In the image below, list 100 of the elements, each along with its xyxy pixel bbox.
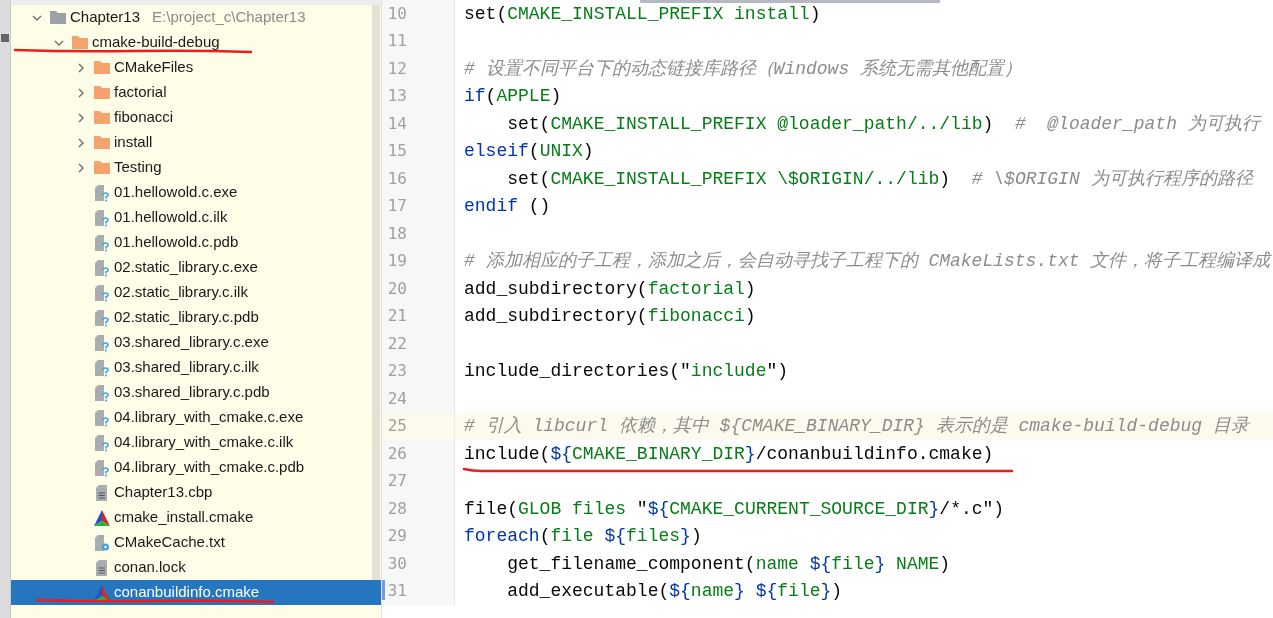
file-name: 04.library_with_cmake.c.ilk	[114, 432, 294, 453]
text-file-icon	[95, 558, 109, 577]
tree-item[interactable]: CMakeCache.txt	[11, 530, 381, 555]
file-name: 03.shared_library.c.exe	[114, 332, 269, 353]
code-line: endif ()	[464, 196, 551, 217]
code-line: # 设置不同平台下的动态链接库路径（Windows 系统无需其他配置）	[464, 58, 1023, 79]
tree-item[interactable]: conan.lock	[11, 555, 381, 580]
unknown-file-icon	[94, 183, 110, 202]
unknown-file-icon	[94, 333, 110, 352]
file-name: 01.hellowold.c.exe	[114, 182, 238, 203]
file-name: CMakeCache.txt	[114, 532, 225, 553]
line-number: 13	[387, 85, 407, 108]
tree-item[interactable]: 04.library_with_cmake.c.ilk	[11, 430, 381, 455]
tree-item[interactable]: 03.shared_library.c.pdb	[11, 380, 381, 405]
folder-icon	[49, 10, 67, 25]
line-number: 21	[387, 305, 407, 328]
tree-item[interactable]: 03.shared_library.c.ilk	[11, 355, 381, 380]
tree-item[interactable]: fibonacci	[11, 105, 381, 130]
line-number: 19	[387, 250, 407, 273]
text-file-icon	[95, 483, 109, 502]
line-number: 26	[387, 442, 407, 465]
tree-item[interactable]: 01.hellowold.c.pdb	[11, 230, 381, 255]
tree-item[interactable]: 01.hellowold.c.exe	[11, 180, 381, 205]
file-name: 02.static_library.c.exe	[114, 257, 258, 278]
line-number: 20	[387, 277, 407, 300]
tree-item[interactable]: conanbuildinfo.cmake	[11, 580, 381, 605]
file-name: fibonacci	[114, 107, 174, 128]
tree-item[interactable]: factorial	[11, 80, 381, 105]
tree-item[interactable]: 02.static_library.c.pdb	[11, 305, 381, 330]
folder-icon	[93, 135, 111, 150]
file-name: 02.static_library.c.ilk	[114, 282, 248, 303]
tree-item[interactable]: cmake_install.cmake	[11, 505, 381, 530]
code-line: set(CMAKE_INSTALL_PREFIX install)	[464, 3, 821, 24]
code-line: get_filename_component(name ${file} NAME)	[506, 553, 951, 574]
file-name: 01.hellowold.c.pdb	[114, 232, 239, 253]
folder-icon	[71, 35, 89, 50]
line-number: 16	[387, 167, 407, 190]
folder-icon	[93, 110, 111, 125]
code-line: # 添加相应的子工程，添加之后，会自动寻找子工程下的 CMakeLists.txt 文件，将子工程编译成	[464, 251, 1271, 272]
unknown-file-icon	[94, 358, 110, 377]
file-name: cmake-build-debug	[92, 32, 220, 53]
tree-item[interactable]: 04.library_with_cmake.c.exe	[11, 405, 381, 430]
file-name: 04.library_with_cmake.c.exe	[114, 407, 304, 428]
folder-icon	[93, 160, 111, 175]
tree-item[interactable]: 02.static_library.c.exe	[11, 255, 381, 280]
tree-item[interactable]: CMakeFiles	[11, 55, 381, 80]
file-name: Testing	[114, 157, 162, 178]
file-name: install	[114, 132, 153, 153]
code-line: set(CMAKE_INSTALL_PREFIX @loader_path/../lib) # @loader_path 为可执行	[506, 113, 1260, 134]
code-line: elseif(UNIX)	[464, 141, 594, 162]
scrollbar[interactable]	[372, 5, 380, 580]
tree-item[interactable]: 01.hellowold.c.ilk	[11, 205, 381, 230]
code-line: file(GLOB files "${CMAKE_CURRENT_SOURCE_DIR}/*.c")	[464, 498, 1005, 519]
tree-item[interactable]: 02.static_library.c.ilk	[11, 280, 381, 305]
tree-item[interactable]: install	[11, 130, 381, 155]
file-name: 02.static_library.c.pdb	[114, 307, 259, 328]
line-number: 22	[387, 332, 407, 355]
file-name: 01.hellowold.c.ilk	[114, 207, 228, 228]
unknown-file-icon	[94, 208, 110, 227]
unknown-file-icon	[94, 258, 110, 277]
settings-file-icon	[94, 533, 110, 552]
tree-item[interactable]: Testing	[11, 155, 381, 180]
file-name: conan.lock	[114, 557, 186, 578]
tree-item[interactable]: 04.library_with_cmake.c.pdb	[11, 455, 381, 480]
code-line: if(APPLE)	[464, 86, 562, 107]
line-number: 15	[387, 140, 407, 163]
folder-icon	[93, 85, 111, 100]
project-path: E:\project_c\Chapter13	[152, 7, 306, 28]
unknown-file-icon	[94, 458, 110, 477]
code-line: set(CMAKE_INSTALL_PREFIX \$ORIGIN/../lib) # \$ORIGIN 为可执行程序的路径	[506, 168, 1253, 189]
tree-item[interactable]: 03.shared_library.c.exe	[11, 330, 381, 355]
code-line: include(${CMAKE_BINARY_DIR}/conanbuildinfo.cmake)	[464, 443, 994, 464]
file-name: Chapter13.cbp	[114, 482, 213, 503]
line-number: 18	[387, 222, 407, 245]
line-number: 25	[387, 415, 407, 438]
tree-item[interactable]: cmake-build-debug	[11, 30, 381, 55]
line-number: 14	[387, 112, 407, 135]
horizontal-scrollbar[interactable]	[640, 0, 940, 3]
folder-icon	[93, 60, 111, 75]
line-number: 28	[387, 497, 407, 520]
line-number: 30	[387, 552, 407, 575]
file-name: factorial	[114, 82, 167, 103]
unknown-file-icon	[94, 383, 110, 402]
file-name: 03.shared_library.c.pdb	[114, 382, 270, 403]
code-line: add_subdirectory(fibonacci)	[464, 306, 756, 327]
unknown-file-icon	[94, 233, 110, 252]
code-line: add_subdirectory(factorial)	[464, 278, 756, 299]
tree-item[interactable]: Chapter13.cbp	[11, 480, 381, 505]
file-name: Chapter13	[70, 7, 141, 28]
code-line: include_directories("include")	[464, 361, 789, 382]
line-number: 31	[387, 580, 407, 603]
file-name: CMakeFiles	[114, 57, 194, 78]
line-number: 11	[387, 30, 407, 53]
tree-item[interactable]: Chapter13 E:\project_c\Chapter13	[11, 5, 381, 30]
line-number: 24	[387, 387, 407, 410]
unknown-file-icon	[94, 308, 110, 327]
line-number: 10	[387, 2, 407, 25]
file-name: 04.library_with_cmake.c.pdb	[114, 457, 305, 478]
code-line: # 引入 libcurl 依赖，其中 ${CMAKE_BINARY_DIR} 表示的是 cmake-build-debug 目录	[464, 416, 1249, 437]
line-number: 12	[387, 57, 407, 80]
